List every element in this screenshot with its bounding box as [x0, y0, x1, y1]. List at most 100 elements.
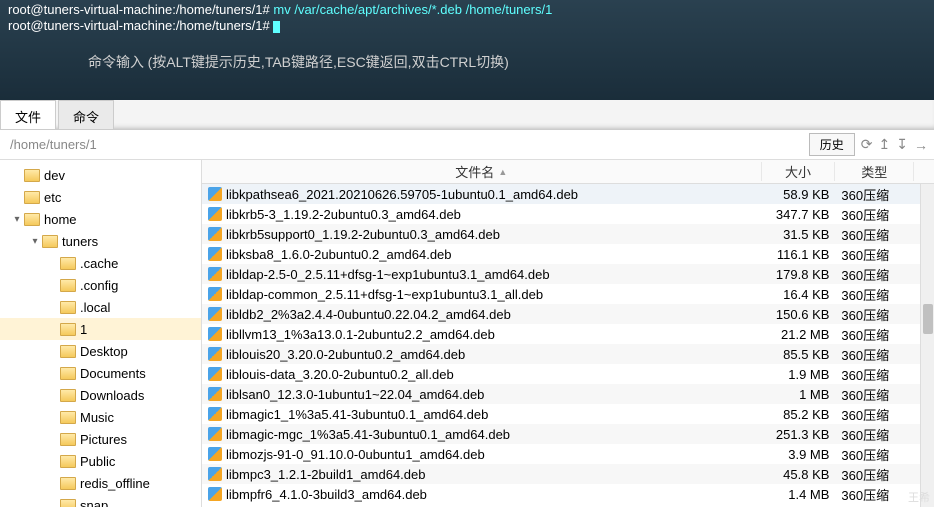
tree-item-documents[interactable]: Documents [0, 362, 201, 384]
file-type: 360压缩 [835, 285, 914, 304]
file-row[interactable]: libmpc3_1.2.1-2build1_amd64.deb45.8 KB36… [202, 464, 934, 484]
tree-item-.cache[interactable]: .cache [0, 252, 201, 274]
path-input[interactable] [6, 133, 809, 156]
column-header-type[interactable]: 类型 [835, 162, 914, 181]
tree-item-label: .local [80, 300, 110, 315]
upload-icon[interactable]: ↥ [879, 136, 891, 153]
terminal-line-2: root@tuners-virtual-machine:/home/tuners… [8, 18, 926, 34]
file-row[interactable]: libmagic-mgc_1%3a5.41-3ubuntu0.1_amd64.d… [202, 424, 934, 444]
tree-item-label: Pictures [80, 432, 127, 447]
command-input-label: 命令输入 [88, 54, 144, 70]
scrollbar-vertical[interactable] [920, 184, 934, 507]
file-size: 179.8 KB [762, 267, 836, 282]
archive-icon [208, 227, 222, 241]
file-row[interactable]: libldb2_2%3a2.4.4-0ubuntu0.22.04.2_amd64… [202, 304, 934, 324]
file-row[interactable]: libksba8_1.6.0-2ubuntu0.2_amd64.deb 116.1… [202, 244, 934, 264]
download-icon[interactable]: ↧ [896, 136, 908, 153]
folder-tree[interactable]: devetc▾home▾tuners.cache.config.local1De… [0, 160, 202, 507]
tree-item-label: .cache [80, 256, 118, 271]
tree-item-1[interactable]: 1 [0, 318, 201, 340]
tree-item-label: Music [80, 410, 114, 425]
column-header-size[interactable]: 大小 [762, 162, 836, 181]
tab-command[interactable]: 命令 [58, 100, 114, 129]
file-row[interactable]: libmagic1_1%3a5.41-3ubuntu0.1_amd64.deb8… [202, 404, 934, 424]
tab-file[interactable]: 文件 [0, 100, 56, 129]
file-size: 31.5 KB [762, 227, 836, 242]
file-type: 360压缩 [835, 265, 914, 284]
archive-icon [208, 427, 222, 441]
cursor [273, 21, 280, 33]
folder-icon [60, 411, 76, 424]
folder-icon [60, 367, 76, 380]
folder-icon [60, 345, 76, 358]
tree-item-label: Downloads [80, 388, 144, 403]
file-row[interactable]: libllvm13_1%3a13.0.1-2ubuntu2.2_amd64.de… [202, 324, 934, 344]
folder-icon [60, 279, 76, 292]
file-size: 1.9 MB [762, 367, 836, 382]
tree-item-redis_offline[interactable]: redis_offline [0, 472, 201, 494]
tree-item-downloads[interactable]: Downloads [0, 384, 201, 406]
tree-item-home[interactable]: ▾home [0, 208, 201, 230]
file-row[interactable]: libmozjs-91-0_91.10.0-0ubuntu1_amd64.deb… [202, 444, 934, 464]
file-type: 360压缩 [835, 205, 914, 224]
column-header-name[interactable]: 文件名▲ [202, 162, 762, 181]
archive-icon [208, 247, 222, 261]
tree-item-tuners[interactable]: ▾ tuners [0, 230, 201, 252]
file-name: libkrb5support0_1.19.2-2ubuntu0.3_amd64.… [226, 227, 500, 242]
tree-item-label: tuners [62, 234, 98, 249]
tree-item-desktop[interactable]: Desktop [0, 340, 201, 362]
file-row[interactable]: libldap-2.5-0_2.5.11+dfsg-1~exp1ubuntu3.… [202, 264, 934, 284]
prompt-1: root@tuners-virtual-machine:/home/tuners… [8, 2, 270, 17]
tree-item-dev[interactable]: dev [0, 164, 201, 186]
file-row[interactable]: liblsan0_12.3.0-1ubuntu1~22.04_amd64.deb… [202, 384, 934, 404]
refresh-icon[interactable]: ⟳ [861, 136, 873, 153]
folder-icon [24, 169, 40, 182]
file-row[interactable]: liblouis20_3.20.0-2ubuntu0.2_amd64.deb85… [202, 344, 934, 364]
file-size: 16.4 KB [762, 287, 836, 302]
file-size: 85.2 KB [762, 407, 836, 422]
terminal-pane[interactable]: root@tuners-virtual-machine:/home/tuners… [0, 0, 934, 100]
tree-item-label: Desktop [80, 344, 128, 359]
archive-icon [208, 327, 222, 341]
tree-item-label: snap [80, 498, 108, 507]
folder-icon [60, 477, 76, 490]
file-row[interactable]: libmpfr6_4.1.0-3build3_amd64.deb1.4 MB36… [202, 484, 934, 504]
folder-icon [60, 389, 76, 402]
file-row[interactable]: libldap-common_2.5.11+dfsg-1~exp1ubuntu3… [202, 284, 934, 304]
folder-icon [24, 213, 40, 226]
file-size: 116.1 KB [762, 247, 836, 262]
file-row[interactable]: libkpathsea6_2021.20210626.59705-1ubuntu… [202, 184, 934, 204]
folder-icon [60, 257, 76, 270]
tree-item-.config[interactable]: .config [0, 274, 201, 296]
tree-item-snap[interactable]: snap [0, 494, 201, 507]
expand-icon[interactable]: ▾ [28, 236, 42, 247]
archive-icon [208, 267, 222, 281]
file-name: libkrb5-3_1.19.2-2ubuntu0.3_amd64.deb [226, 207, 461, 222]
archive-icon [208, 287, 222, 301]
file-name: libmpfr6_4.1.0-3build3_amd64.deb [226, 487, 427, 502]
tree-item-public[interactable]: Public [0, 450, 201, 472]
file-type: 360压缩 [835, 185, 914, 204]
file-type: 360压缩 [835, 245, 914, 264]
tree-item-.local[interactable]: .local [0, 296, 201, 318]
path-bar: 历史 ⟳ ↥ ↧ → [0, 130, 934, 160]
archive-icon [208, 387, 222, 401]
file-size: 58.9 KB [762, 187, 836, 202]
file-size: 251.3 KB [762, 427, 836, 442]
file-row[interactable]: libkrb5support0_1.19.2-2ubuntu0.3_amd64.… [202, 224, 934, 244]
file-name: libksba8_1.6.0-2ubuntu0.2_amd64.deb [226, 247, 452, 262]
file-row[interactable]: liblouis-data_3.20.0-2ubuntu0.2_all.deb1… [202, 364, 934, 384]
tree-item-music[interactable]: Music [0, 406, 201, 428]
tree-item-pictures[interactable]: Pictures [0, 428, 201, 450]
tree-item-label: 1 [80, 322, 87, 337]
file-name: liblouis20_3.20.0-2ubuntu0.2_amd64.deb [226, 347, 465, 362]
expand-icon[interactable]: ▾ [10, 214, 24, 225]
file-type: 360压缩 [835, 325, 914, 344]
file-row[interactable]: libkrb5-3_1.19.2-2ubuntu0.3_amd64.deb347… [202, 204, 934, 224]
history-button[interactable]: 历史 [809, 133, 855, 156]
scrollbar-thumb[interactable] [923, 304, 933, 334]
command-input-hint: (按ALT键提示历史,TAB键路径,ESC键返回,双击CTRL切换) [148, 54, 509, 70]
arrow-right-icon[interactable]: → [914, 137, 928, 153]
tree-item-etc[interactable]: etc [0, 186, 201, 208]
file-name: libmagic-mgc_1%3a5.41-3ubuntu0.1_amd64.d… [226, 427, 510, 442]
